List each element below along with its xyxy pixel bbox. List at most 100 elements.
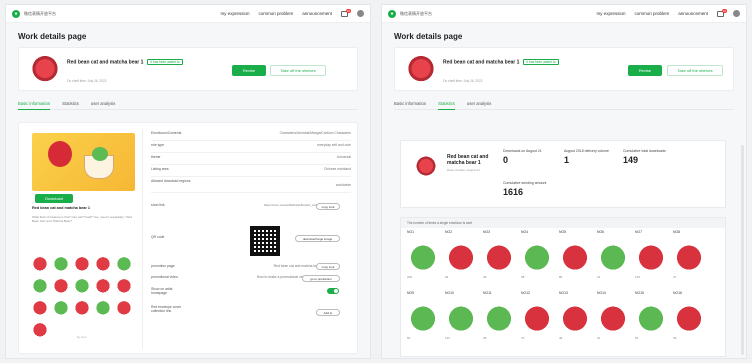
emoticon-rank: NO3 <box>483 230 490 234</box>
info-value: Universal <box>336 155 351 159</box>
info-label: Red envelope cover collection link <box>151 305 182 313</box>
info-value: everyday self and cute <box>317 143 351 147</box>
tab-statistics[interactable]: Statistics <box>62 101 79 106</box>
wechat-logo-icon: ● <box>388 9 396 18</box>
nav-common-problem[interactable]: common problem <box>258 11 293 16</box>
work-thumbnail <box>407 56 435 84</box>
sticker-thumb <box>116 299 132 315</box>
work-name-text: Red bean cat and matcha bear 1 <box>443 59 520 66</box>
tab-user-analysis[interactable]: user analysis <box>467 101 491 106</box>
metric-value: 1616 <box>503 187 524 197</box>
emoticon-send-count: 200 <box>407 275 413 279</box>
tab-user-analysis[interactable]: user analysis <box>91 101 115 106</box>
sticker-thumb <box>95 299 111 315</box>
tab-bar: Basic information Statistics user analys… <box>394 101 734 110</box>
emoticon-send-count: 37 <box>673 275 677 279</box>
sticker-thumb <box>32 277 48 293</box>
emoticon-cell: NO8 37 <box>673 230 709 286</box>
go-to-production-button[interactable]: go to production <box>302 275 340 282</box>
copy-link-button[interactable]: copy Link <box>316 203 340 210</box>
nav-announcement[interactable]: announcement <box>678 11 708 16</box>
emoticon-rank: NO4 <box>521 230 528 234</box>
emoticon-cell: NO11 35 <box>483 291 519 347</box>
emoticon-cell: NO5 86 <box>559 230 595 286</box>
show-homepage-toggle[interactable] <box>327 288 339 294</box>
emoticon-cell: NO3 46 <box>483 230 519 286</box>
info-row-theme: theme Universal <box>151 155 351 165</box>
emoticon-send-count: 48 <box>559 336 563 340</box>
sticker-thumb <box>53 299 69 315</box>
emoticon-cell: NO10 113 <box>445 291 481 347</box>
stats-date: Data of today: August 21 <box>447 168 480 172</box>
emoticon-cell: NO2 94 <box>445 230 481 286</box>
tab-basic-information[interactable]: Basic information <box>394 101 426 106</box>
mail-icon[interactable]: 10 <box>717 8 727 17</box>
metric-label: Cumulative sending amount <box>503 181 547 185</box>
emoticon-rank: NO10 <box>445 291 454 295</box>
sticker-thumb <box>74 299 90 315</box>
info-row-listing-area: Listing area Chinese mainland <box>151 167 351 177</box>
info-value: worldwide <box>335 183 351 187</box>
nav-my-expression[interactable]: my expression <box>596 11 625 16</box>
emoticon-image <box>483 240 515 272</box>
info-label: Emoticons/Contents <box>151 131 182 135</box>
nav-my-expression[interactable]: my expression <box>220 11 249 16</box>
info-row-qr-code: QR code <box>151 235 201 239</box>
metric-total-downloads: Cumulative total downloads 149 <box>623 149 666 165</box>
avatar[interactable] <box>357 10 364 17</box>
take-off-shelves-button[interactable]: Take off the shelves <box>667 65 723 76</box>
avatar[interactable] <box>733 10 740 17</box>
page-title: Work details page <box>394 32 463 41</box>
emoticon-rank: NO12 <box>521 291 530 295</box>
emoticon-image <box>635 301 667 333</box>
emoticon-cell: NO15 52 <box>635 291 671 347</box>
download-button[interactable]: Download <box>35 194 73 203</box>
sticker-thumb <box>32 299 48 315</box>
emoticon-image <box>407 301 439 333</box>
info-label: QR code <box>151 235 165 239</box>
sticker-thumb <box>32 321 48 337</box>
work-details-panel-statistics: ● 微信表情开放平台 my expression common problem … <box>381 4 747 359</box>
metric-downloads-today: Downloads on August 21 0 <box>503 149 542 165</box>
emoticon-rank: NO15 <box>635 291 644 295</box>
tab-statistics[interactable]: Statistics <box>438 101 455 110</box>
mail-badge: 10 <box>721 8 727 13</box>
status-badge: It has been added to <box>147 59 183 65</box>
emoticon-image <box>559 301 591 333</box>
emoticon-send-count: 70 <box>521 336 525 340</box>
emoticon-send-count: 50 <box>407 336 411 340</box>
side-work-name: Red bean cat and matcha bear 1 <box>32 206 91 210</box>
metric-sending-amount: Cumulative sending amount 1616 <box>503 181 546 197</box>
tab-basic-information[interactable]: Basic information <box>18 101 51 110</box>
metric-delivery-volume: August 2016 delivery volume 1 <box>564 149 609 165</box>
nav-common-problem[interactable]: common problem <box>634 11 669 16</box>
emoticon-rank: NO5 <box>559 230 566 234</box>
mail-icon[interactable]: 10 <box>341 8 351 17</box>
emoticon-rank: NO14 <box>597 291 606 295</box>
emoticon-image <box>673 301 705 333</box>
metric-value: 0 <box>503 155 509 165</box>
emoticon-image <box>521 301 553 333</box>
work-name: Red bean cat and matcha bear 1 It has bee… <box>443 59 559 65</box>
take-off-shelves-button[interactable]: Take off the shelves <box>270 65 326 76</box>
add-to-button[interactable]: Add to <box>316 309 340 316</box>
emoticon-cell: NO1 200 <box>407 230 443 286</box>
info-row-show-homepage: Show on artist homepage <box>151 287 181 295</box>
work-header-card: Red bean cat and matcha bear 1 It has bee… <box>394 47 734 91</box>
info-label: promotion page <box>151 264 175 268</box>
emoticon-rank: NO13 <box>559 291 568 295</box>
author-footnote: by luvc <box>77 335 87 339</box>
nav-announcement[interactable]: announcement <box>302 11 332 16</box>
sticker-thumb <box>95 277 111 293</box>
revise-button[interactable]: Revise <box>628 65 662 76</box>
work-description: What kind of creature is this? Can eat? … <box>32 215 132 223</box>
revise-button[interactable]: Revise <box>232 65 266 76</box>
emoticon-image <box>445 301 477 333</box>
work-thumbnail <box>31 56 59 84</box>
sticker-thumb <box>32 255 48 271</box>
copy-link-button-promo[interactable]: copy Link <box>316 263 340 270</box>
scrollbar[interactable] <box>741 145 744 355</box>
download-large-image-button[interactable]: download large image <box>295 235 340 242</box>
wechat-logo-icon: ● <box>12 9 20 18</box>
work-thumbnail <box>415 155 437 177</box>
